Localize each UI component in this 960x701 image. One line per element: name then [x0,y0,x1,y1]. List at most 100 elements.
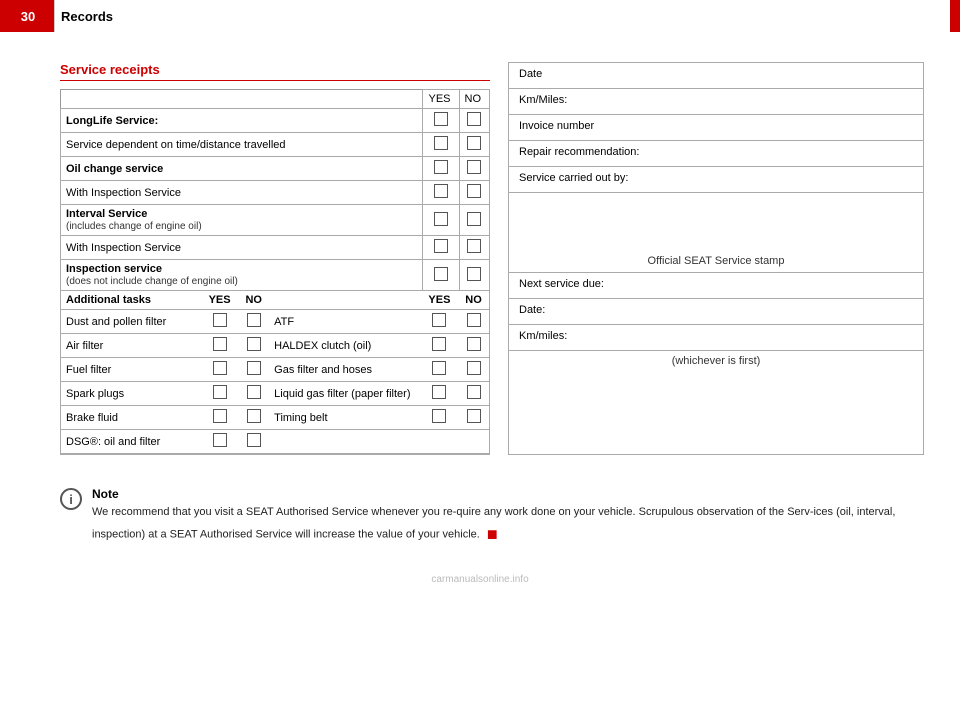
row-label-sub: (does not include change of engine oil) [66,276,238,287]
yes-checkbox[interactable] [201,310,238,334]
additional-task-row: Spark plugs Liquid gas filter (paper fil… [61,382,489,406]
yes-checkbox[interactable] [421,310,458,334]
no-checkbox[interactable] [238,406,269,430]
stamp-area: Official SEAT Service stamp [509,193,923,273]
invoice-number-field: Invoice number [509,115,923,141]
whichever-label: (whichever is first) [509,351,923,371]
yes-checkbox[interactable] [201,430,238,454]
yes-checkbox[interactable] [423,236,459,260]
additional-task-row: Dust and pollen filter ATF [61,310,489,334]
service-carried-out-field: Service carried out by: [509,167,923,193]
yes-checkbox [421,430,458,454]
next-service-due-field: Next service due: [509,273,923,299]
yes-checkbox[interactable] [423,133,459,157]
right-items-header [269,291,421,310]
left-task-label: DSG®: oil and filter [61,430,201,454]
yes-checkbox[interactable] [421,358,458,382]
no-checkbox[interactable] [238,334,269,358]
note-title: Note [92,487,924,501]
yes-checkbox[interactable] [421,334,458,358]
row-label: With Inspection Service [61,181,423,205]
left-task-label: Brake fluid [61,406,201,430]
table-row: With Inspection Service [61,236,490,260]
no-checkbox[interactable] [459,109,490,133]
no-checkbox[interactable] [458,406,489,430]
yes-col-header2: YES [421,291,458,310]
additional-task-row: Air filter HALDEX clutch (oil) [61,334,489,358]
km-miles-field-2: Km/miles: [509,325,923,351]
date-field-2: Date: [509,299,923,325]
km-miles-field: Km/Miles: [509,89,923,115]
additional-task-row: Fuel filter Gas filter and hoses [61,358,489,382]
repair-recommendation-field: Repair recommendation: [509,141,923,167]
no-col-header2: NO [458,291,489,310]
watermark: carmanualsonline.info [0,568,960,591]
yes-checkbox[interactable] [423,157,459,181]
no-checkbox[interactable] [458,382,489,406]
no-checkbox[interactable] [458,310,489,334]
yes-checkbox[interactable] [421,406,458,430]
yes-checkbox[interactable] [423,260,459,291]
row-label: Service dependent on time/distance trave… [61,133,423,157]
date-field: Date [509,63,923,89]
yes-checkbox[interactable] [201,406,238,430]
additional-task-row: DSG®: oil and filter [61,430,489,454]
page-title: Records [54,0,950,32]
info-icon: i [60,488,82,510]
main-content: Service receipts YES NO LongLife Service… [0,32,960,475]
yes-checkbox[interactable] [423,109,459,133]
yes-checkbox[interactable] [423,205,459,236]
no-col-header: NO [238,291,269,310]
row-label: Oil change service [61,157,423,181]
yes-header: YES [423,90,459,109]
additional-tasks-header-row: Additional tasks YES NO YES NO Dust and … [61,291,490,455]
row-label: Inspection service (does not include cha… [61,260,423,291]
no-checkbox[interactable] [238,310,269,334]
note-content: Note We recommend that you visit a SEAT … [92,487,924,548]
no-checkbox[interactable] [459,260,490,291]
table-header-row: YES NO [61,90,490,109]
table-row: Service dependent on time/distance trave… [61,133,490,157]
page-number: 30 [10,9,46,24]
additional-task-row: Brake fluid Timing belt [61,406,489,430]
yes-checkbox[interactable] [201,382,238,406]
right-task-label: Timing belt [269,406,421,430]
yes-checkbox[interactable] [423,181,459,205]
no-checkbox[interactable] [459,133,490,157]
no-checkbox[interactable] [238,358,269,382]
row-label: Interval Service (includes change of eng… [61,205,423,236]
left-task-label: Spark plugs [61,382,201,406]
left-panel: Service receipts YES NO LongLife Service… [60,62,490,455]
yes-checkbox[interactable] [421,382,458,406]
no-checkbox[interactable] [458,334,489,358]
no-checkbox[interactable] [238,382,269,406]
left-task-label: Fuel filter [61,358,201,382]
left-task-label: Air filter [61,334,201,358]
right-task-label: Gas filter and hoses [269,358,421,382]
right-panel: Date Km/Miles: Invoice number Repair rec… [508,62,924,455]
yes-checkbox[interactable] [201,334,238,358]
no-checkbox [458,430,489,454]
no-header: NO [459,90,490,109]
yes-checkbox[interactable] [201,358,238,382]
no-checkbox[interactable] [459,157,490,181]
right-task-label: ATF [269,310,421,334]
no-checkbox[interactable] [458,358,489,382]
right-task-label: Liquid gas filter (paper filter) [269,382,421,406]
no-checkbox[interactable] [459,181,490,205]
table-row: Oil change service [61,157,490,181]
no-checkbox[interactable] [459,236,490,260]
table-row: Inspection service (does not include cha… [61,260,490,291]
note-bullet: ■ [487,524,498,544]
row-label: With Inspection Service [61,236,423,260]
additional-tasks-table: Additional tasks YES NO YES NO Dust and … [61,291,489,454]
row-label-main: Inspection service [66,263,162,275]
additional-header-row: Additional tasks YES NO YES NO [61,291,489,310]
row-label: LongLife Service: [61,109,423,133]
no-checkbox[interactable] [459,205,490,236]
additional-tasks-label: Additional tasks [61,291,201,310]
no-checkbox[interactable] [238,430,269,454]
table-row: Interval Service (includes change of eng… [61,205,490,236]
stamp-label: Official SEAT Service stamp [519,247,913,267]
yes-col-header: YES [201,291,238,310]
